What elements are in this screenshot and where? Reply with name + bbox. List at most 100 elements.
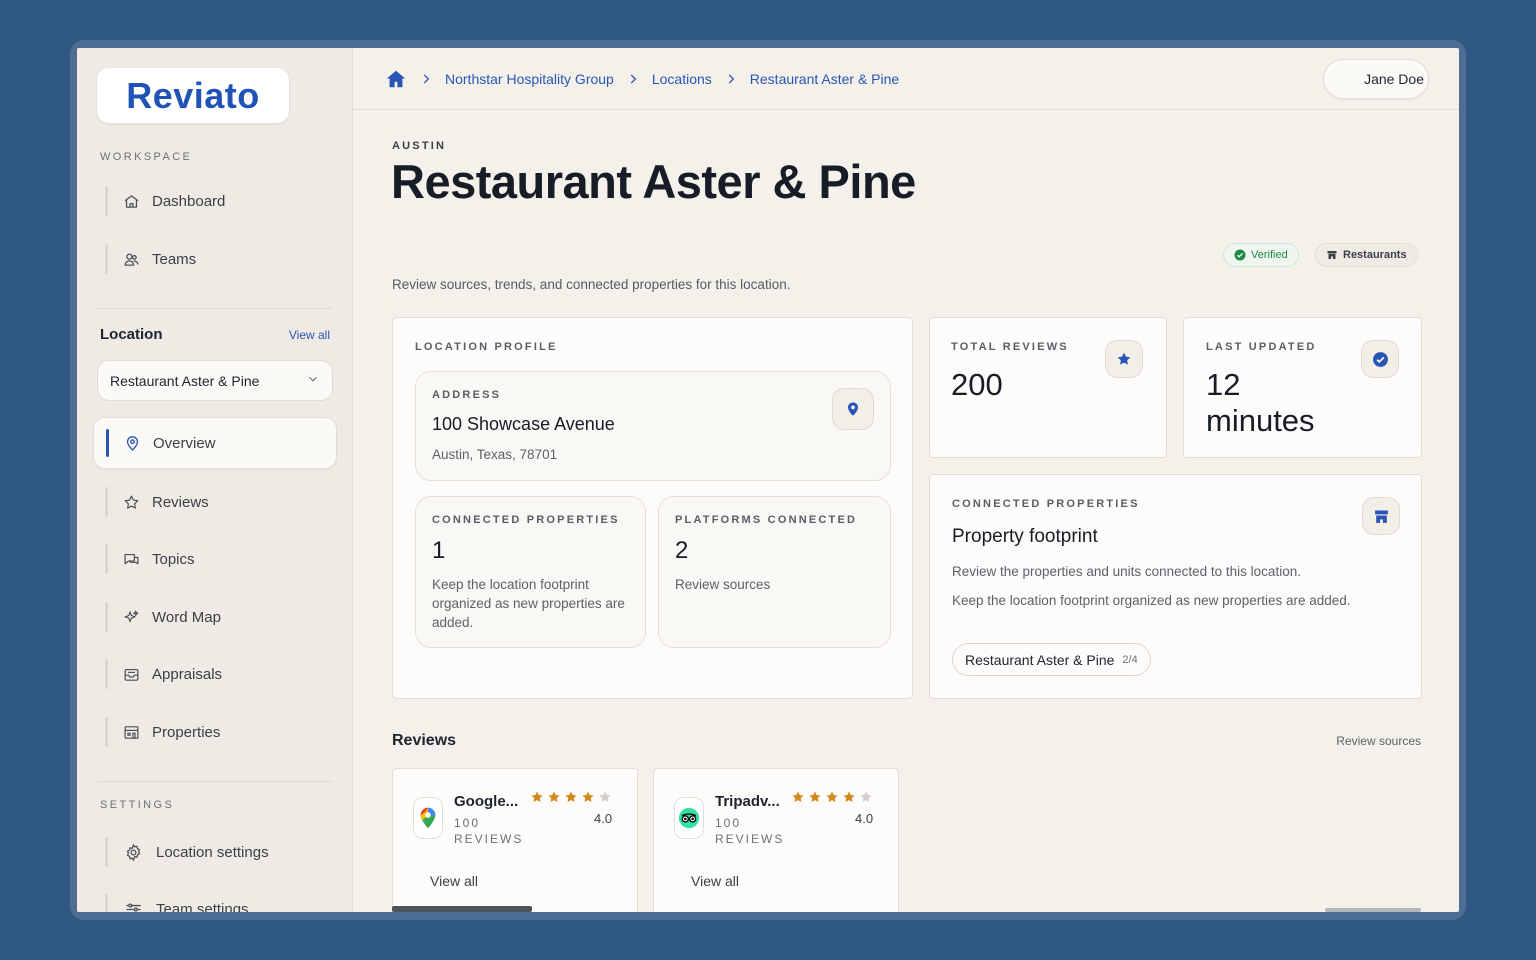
footprint-label: CONNECTED PROPERTIES	[952, 498, 1140, 510]
sidebar-item-team-settings[interactable]: Team settings	[105, 889, 335, 912]
star-button[interactable]	[1105, 340, 1143, 378]
user-menu-button[interactable]: Jane Doe	[1323, 59, 1429, 99]
sliders-icon	[122, 900, 144, 912]
review-source-count: 100 REVIEWS	[454, 816, 524, 846]
sidebar-item-label: Overview	[153, 434, 216, 452]
sidebar: Reviato WORKSPACE Dashboard Teams Locati…	[77, 48, 353, 912]
main-content: AUSTIN Restaurant Aster & Pine Verified …	[353, 110, 1459, 912]
sidebar-item-label: Appraisals	[152, 665, 223, 683]
sidebar-item-location-settings[interactable]: Location settings	[105, 832, 335, 872]
sparkle-icon	[122, 608, 140, 626]
nav-indicator	[105, 186, 108, 216]
chevron-right-icon	[419, 72, 433, 86]
star-rating	[791, 790, 873, 804]
location-city: AUSTIN	[392, 140, 447, 152]
total-reviews-label: TOTAL REVIEWS	[951, 341, 1069, 353]
top-bar: Northstar Hospitality Group Locations Re…	[353, 48, 1459, 110]
review-source-card[interactable]: Google... 100 REVIEWS 4.0 View all	[392, 768, 638, 912]
property-chip[interactable]: Restaurant Aster & Pine 2/4	[952, 643, 1151, 676]
location-view-all-link[interactable]: View all	[289, 328, 330, 342]
location-select[interactable]: Restaurant Aster & Pine	[97, 360, 333, 401]
address-line1: 100 Showcase Avenue	[432, 414, 615, 434]
sidebar-item-label: Location settings	[156, 843, 269, 861]
star-filled-icon	[843, 791, 855, 802]
footprint-desc-2: Keep the location footprint organized as…	[952, 593, 1351, 608]
property-chip-count: 2/4	[1122, 653, 1138, 666]
platforms-connected-value: 2	[675, 537, 689, 564]
address-label: ADDRESS	[432, 389, 502, 401]
location-profile-card: LOCATION PROFILE ADDRESS 100 Showcase Av…	[392, 317, 913, 699]
storefront-icon	[1326, 249, 1338, 261]
chat-icon	[122, 550, 140, 568]
review-sources-link[interactable]: Review sources	[1336, 734, 1421, 748]
chevron-down-icon	[306, 372, 320, 389]
home-icon[interactable]	[385, 68, 407, 90]
location-select-value: Restaurant Aster & Pine	[110, 372, 260, 389]
sidebar-item-overview[interactable]: Overview	[93, 417, 337, 469]
chevron-right-icon	[626, 72, 640, 86]
nav-indicator	[105, 487, 108, 517]
breadcrumb-item[interactable]: Locations	[652, 71, 712, 87]
google-maps-icon	[413, 797, 443, 839]
star-empty-icon	[860, 791, 872, 802]
building-icon	[122, 723, 140, 741]
star-filled-icon	[565, 791, 577, 802]
next-section-heading-cutoff	[392, 906, 532, 912]
brand-logo-text: Reviato	[126, 74, 260, 116]
platforms-connected-label: PLATFORMS CONNECTED	[675, 514, 858, 526]
verified-check-button[interactable]	[1361, 340, 1399, 378]
footprint-title: Property footprint	[952, 526, 1098, 547]
users-icon	[122, 250, 140, 268]
footprint-desc-1: Review the properties and units connecte…	[952, 564, 1301, 579]
review-source-name: Tripadv...	[715, 793, 780, 810]
sidebar-item-appraisals[interactable]: Appraisals	[105, 654, 335, 694]
star-empty-icon	[599, 791, 611, 802]
star-icon	[122, 493, 140, 511]
sidebar-item-teams[interactable]: Teams	[105, 239, 335, 279]
view-all-link[interactable]: View all	[430, 873, 478, 889]
star-filled-icon	[548, 791, 560, 802]
check-circle-icon	[1234, 249, 1246, 261]
sidebar-item-topics[interactable]: Topics	[105, 539, 335, 579]
review-source-rating: 4.0	[594, 811, 613, 826]
chevron-right-icon	[724, 72, 738, 86]
connected-properties-label: CONNECTED PROPERTIES	[432, 514, 620, 526]
platforms-connected-card: PLATFORMS CONNECTED 2 Review sources	[658, 496, 891, 648]
nav-indicator	[105, 894, 108, 912]
inbox-icon	[122, 665, 140, 683]
map-pin-button[interactable]	[832, 388, 874, 430]
connected-properties-desc: Keep the location footprint organized as…	[432, 577, 625, 630]
sidebar-item-label: Reviews	[152, 493, 209, 511]
sidebar-item-label: Properties	[152, 723, 221, 741]
view-all-link[interactable]: View all	[691, 873, 739, 889]
breadcrumb-item-current[interactable]: Restaurant Aster & Pine	[750, 71, 899, 87]
brand-logo[interactable]: Reviato	[97, 68, 289, 123]
tripadvisor-icon	[674, 797, 704, 839]
next-section-link-cutoff	[1325, 908, 1421, 912]
sidebar-item-dashboard[interactable]: Dashboard	[105, 181, 335, 221]
property-footprint-card: CONNECTED PROPERTIES Property footprint …	[929, 474, 1422, 699]
star-rating	[530, 790, 612, 804]
sidebar-item-word-map[interactable]: Word Map	[105, 597, 335, 637]
review-source-card[interactable]: Tripadv... 100 REVIEWS 4.0 View all	[653, 768, 899, 912]
storefront-button[interactable]	[1362, 497, 1400, 535]
sidebar-item-label: Topics	[152, 550, 195, 568]
star-filled-icon	[531, 791, 543, 802]
settings-section-label: SETTINGS	[100, 799, 175, 811]
check-circle-icon	[1372, 351, 1389, 368]
home-icon	[122, 192, 140, 210]
nav-indicator	[105, 717, 108, 747]
sidebar-item-properties[interactable]: Properties	[105, 712, 335, 752]
total-reviews-value: 200	[951, 367, 1003, 402]
nav-indicator	[105, 659, 108, 689]
sidebar-item-reviews[interactable]: Reviews	[105, 482, 335, 522]
review-source-name: Google...	[454, 793, 519, 810]
storefront-icon	[1373, 508, 1390, 525]
nav-indicator	[105, 544, 108, 574]
sidebar-divider	[97, 308, 333, 309]
verified-badge-label: Verified	[1251, 249, 1288, 261]
platforms-connected-desc: Review sources	[675, 577, 771, 592]
star-filled-icon	[826, 791, 838, 802]
location-section-title: Location	[100, 326, 163, 343]
breadcrumb-item[interactable]: Northstar Hospitality Group	[445, 71, 614, 87]
